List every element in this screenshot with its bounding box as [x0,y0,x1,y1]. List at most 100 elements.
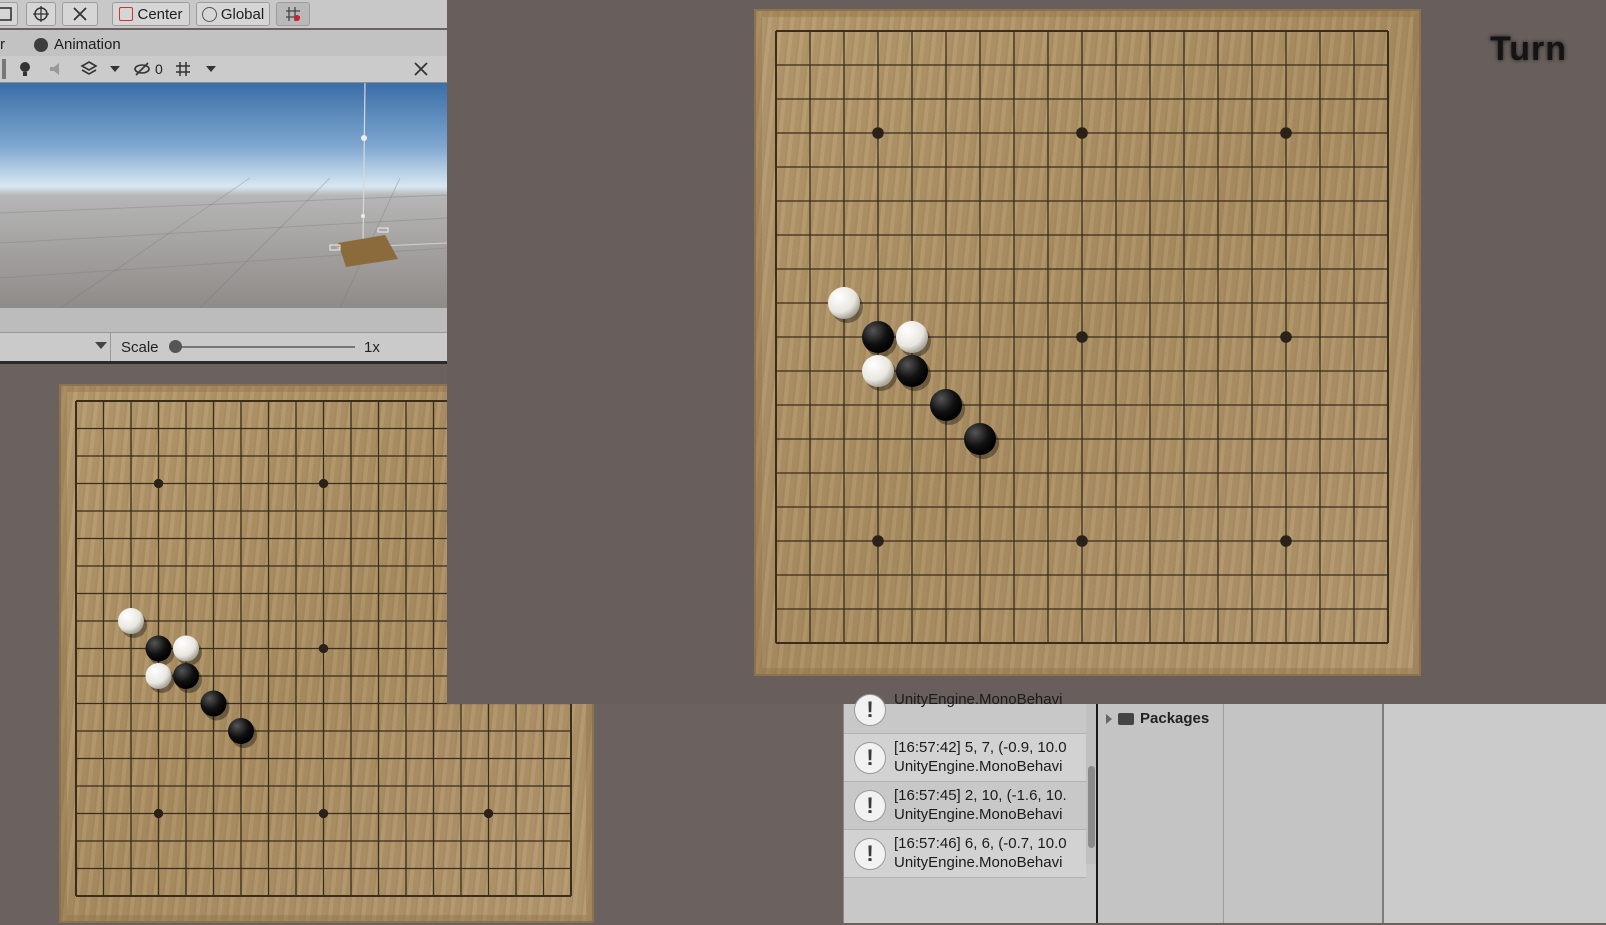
console-log-row[interactable]: ! UnityEngine.MonoBehavi [844,686,1086,734]
star-point [318,478,329,489]
grid-toggle[interactable] [174,59,192,79]
star-point [872,535,884,547]
turn-label: Turn [1490,30,1568,68]
hidden-objects-toggle[interactable]: 0 [133,59,163,79]
log-line1: [16:57:45] 2, 10, (-1.6, 10. [894,787,1067,804]
board-grid [775,30,1389,644]
global-space-button[interactable]: Global [196,2,270,26]
grid-dropdown[interactable] [206,59,216,79]
warning-icon: ! [854,694,886,726]
black-stone [200,690,227,717]
pivot-center-label: Center [137,5,183,23]
white-stone [828,287,860,319]
log-text: [16:57:46] 6, 6, (-0.7, 10.0 UnityEngine… [894,834,1084,872]
scene-footer [0,308,447,332]
black-stone [228,718,254,744]
tab-animation[interactable]: Animation [34,36,121,53]
project-assets-area [1384,704,1606,923]
star-point [318,808,329,819]
snap-grid-button[interactable] [276,2,310,26]
console-log-row[interactable]: ! [16:57:46] 6, 6, (-0.7, 10.0 UnityEngi… [844,830,1086,878]
tab-animation-label: Animation [54,36,121,53]
star-point [1076,127,1088,139]
effects-toggle[interactable] [80,59,98,79]
lightbulb-icon [20,62,30,76]
white-stone [173,635,199,662]
scale-label: Scale [121,339,159,356]
warning-icon: ! [854,790,886,822]
log-text: [16:57:45] 2, 10, (-1.6, 10. UnityEngine… [894,786,1084,824]
scene-viewport[interactable] [0,83,447,308]
lighting-toggle[interactable] [16,59,34,79]
cut-tab-label[interactable]: r [0,36,5,53]
star-point [1280,127,1292,139]
log-line2: UnityEngine.MonoBehavi [894,758,1063,775]
tools-icon [73,7,87,21]
scene-grid [0,83,447,308]
chevron-right-icon [1106,713,1112,724]
star-point [1280,535,1292,547]
grid-icon [176,62,190,76]
scale-slider-track[interactable] [175,346,355,348]
display-dropdown-chevron-icon[interactable] [95,342,107,349]
star-point [872,127,884,139]
white-stone [896,321,928,353]
toolbar-separator [110,333,111,361]
black-stone [145,635,172,662]
unity-editor-panel: Center Global r Animation 0 Scale 1x [0,0,594,923]
warning-icon: ! [854,742,886,774]
white-stone [145,663,172,689]
eye-hidden-icon [134,62,150,76]
star-point [153,808,164,819]
pivot-center-button[interactable]: Center [112,2,190,26]
log-line1: [16:57:46] 6, 6, (-0.7, 10.0 [894,835,1067,852]
globe-icon [201,6,217,22]
game-view-scale-bar: Scale 1x [0,332,447,364]
chevron-down-icon [206,66,216,72]
tools-icon [414,62,428,76]
project-column-divider[interactable] [1223,704,1224,923]
log-text: [16:57:42] 5, 7, (-0.9, 10.0 UnityEngine… [894,738,1084,776]
console-scrollbar-thumb[interactable] [1088,766,1095,848]
black-stone [930,389,962,421]
clock-icon [34,37,48,52]
custom-tool-button[interactable] [62,2,98,26]
speaker-icon [50,63,59,75]
log-text: UnityEngine.MonoBehavi [894,690,1084,709]
global-space-label: Global [220,5,265,23]
console-log-row[interactable]: ! [16:57:45] 2, 10, (-1.6, 10. UnityEngi… [844,782,1086,830]
star-point [483,808,494,819]
log-line2: UnityEngine.MonoBehavi [894,854,1063,871]
white-stone [862,355,894,387]
star-point [318,643,329,654]
white-stone [118,608,144,634]
scene-tools-button[interactable] [412,59,430,79]
editor-toolbar: Center Global [0,0,447,28]
toolbar-separator [2,59,6,79]
warning-icon: ! [854,838,886,870]
go-board[interactable] [754,9,1421,676]
scene-toolbar: 0 [0,56,447,83]
star-point [1076,535,1088,547]
rect-tool-button[interactable] [0,2,18,26]
layers-icon [80,61,98,75]
black-stone [896,355,928,387]
audio-toggle[interactable] [48,59,66,79]
hidden-count: 0 [155,61,163,77]
rect-tool-icon [0,7,12,21]
project-folder-packages[interactable]: Packages [1106,710,1209,727]
transform-tool-button[interactable] [26,2,56,26]
black-stone [173,663,199,689]
black-stone [964,423,996,455]
scale-value: 1x [364,339,380,356]
packages-label: Packages [1140,710,1210,727]
effects-dropdown[interactable] [110,59,120,79]
star-point [153,478,164,489]
transform-tool-icon [33,6,49,22]
scale-slider-handle[interactable] [169,340,182,353]
folder-icon [1118,712,1134,725]
log-line2: UnityEngine.MonoBehavi [894,806,1063,823]
star-point [1280,331,1292,343]
console-log-row[interactable]: ! [16:57:42] 5, 7, (-0.9, 10.0 UnityEngi… [844,734,1086,782]
star-point [1076,331,1088,343]
